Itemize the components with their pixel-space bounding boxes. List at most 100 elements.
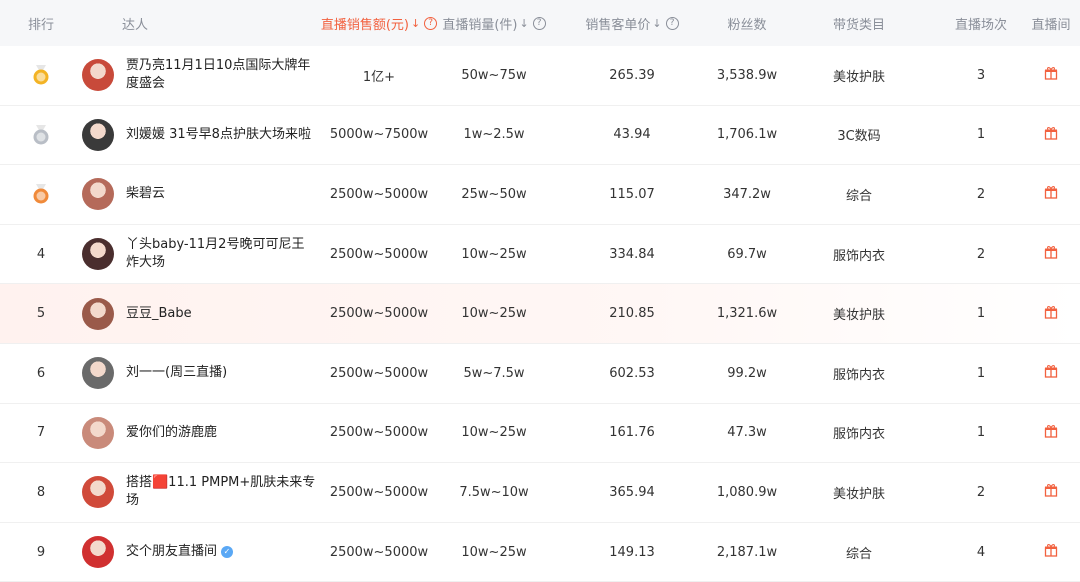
live-room-icon[interactable] (1044, 305, 1058, 323)
rank-cell: 4 (0, 247, 82, 262)
table-row[interactable]: 贾乃亮11月1日10点国际大牌年度盛会 1亿+ 50w~75w 265.39 3… (0, 46, 1080, 106)
table-row[interactable]: 5 豆豆_Babe 2500w~5000w 10w~25w 210.85 1,3… (0, 284, 1080, 344)
avatar[interactable] (82, 357, 114, 390)
star-name-link[interactable]: 刘一一(周三直播) (126, 364, 227, 382)
fans-cell: 69.7w (727, 246, 767, 262)
header-category: 带货类目 (832, 17, 885, 33)
table-row[interactable]: 9 交个朋友直播间 ✓ 2500w~5000w 10w~25w 149.13 2,… (0, 522, 1080, 582)
qty-cell: 10w~25w (461, 306, 527, 322)
qty-cell: 10w~25w (461, 246, 527, 262)
fans-cell: 47.3w (727, 425, 767, 441)
room-cell[interactable] (1022, 126, 1080, 144)
header-qty-sort[interactable]: 直播销量(件) ↓ ? (440, 14, 548, 33)
star-cell[interactable]: 刘一一(周三直播) (82, 357, 318, 390)
avatar[interactable] (82, 59, 114, 92)
fans-cell: 2,187.1w (716, 544, 778, 560)
star-cell[interactable]: 豆豆_Babe (82, 297, 318, 330)
help-icon[interactable]: ? (665, 16, 679, 30)
rank-cell (0, 124, 82, 145)
fans-cell: 1,706.1w (716, 127, 778, 143)
room-cell[interactable] (1022, 424, 1080, 442)
rank-number: 7 (36, 425, 46, 441)
fans-cell: 1,321.6w (716, 306, 778, 322)
star-cell[interactable]: 交个朋友直播间 ✓ (82, 536, 318, 569)
live-room-icon[interactable] (1044, 185, 1058, 203)
times-cell: 3 (976, 67, 986, 83)
live-room-icon[interactable] (1044, 543, 1058, 561)
gmv-cell: 2500w~5000w (329, 484, 429, 500)
table-row[interactable]: 柴碧云 2500w~5000w 25w~50w 115.07 347.2w 综合… (0, 165, 1080, 225)
star-name-link[interactable]: 贾乃亮11月1日10点国际大牌年度盛会 (126, 57, 316, 93)
avatar[interactable] (82, 297, 114, 330)
table-row[interactable]: 刘媛媛 31号早8点护肤大场来啦 5000w~7500w 1w~2.5w 43.… (0, 105, 1080, 166)
rank-cell (0, 65, 82, 85)
price-cell: 115.07 (609, 186, 655, 202)
live-room-icon[interactable] (1044, 424, 1058, 442)
star-name-link[interactable]: 丫头baby-11月2号晚可可尼王炸大场 (126, 236, 316, 272)
fans-cell: 3,538.9w (716, 67, 778, 83)
room-cell[interactable] (1022, 185, 1080, 203)
times-cell: 2 (976, 484, 986, 500)
live-room-icon[interactable] (1044, 126, 1058, 144)
times-cell: 1 (976, 365, 986, 381)
qty-cell: 10w~25w (461, 544, 527, 560)
gmv-cell: 2500w~5000w (329, 425, 429, 441)
category-cell: 美妆护肤 (832, 308, 885, 324)
room-cell[interactable] (1022, 245, 1080, 263)
times-cell: 2 (976, 246, 986, 262)
sort-desc-icon: ↓ (652, 16, 662, 30)
header-times: 直播场次 (954, 17, 1007, 33)
qty-cell: 7.5w~10w (459, 484, 529, 500)
price-cell: 334.84 (609, 246, 655, 262)
verified-icon: ✓ (221, 545, 234, 558)
avatar[interactable] (82, 416, 114, 449)
live-room-icon[interactable] (1044, 245, 1058, 263)
star-name-link[interactable]: 豆豆_Babe (126, 305, 192, 323)
table-row[interactable]: 7 爱你们的游鹿鹿 2500w~5000w 10w~25w 161.76 47.… (0, 403, 1080, 464)
avatar[interactable] (82, 536, 114, 569)
ranking-table: 排行 达人 直播销售额(元) ↓ ? 直播销量(件) ↓ ? 销售客单价 ↓ ?… (0, 0, 1080, 582)
table-row[interactable]: 8 搭搭🟥11.1 PMPM+肌肤未来专场 2500w~5000w 7.5w~1… (0, 463, 1080, 523)
qty-cell: 10w~25w (461, 425, 527, 441)
sort-desc-icon: ↓ (519, 16, 529, 30)
star-name-link[interactable]: 交个朋友直播间 ✓ (126, 543, 234, 561)
header-gmv-sort[interactable]: 直播销售额(元) ↓ ? (318, 14, 440, 33)
rank-number: 8 (36, 484, 46, 500)
star-cell[interactable]: 搭搭🟥11.1 PMPM+肌肤未来专场 (82, 474, 318, 510)
star-name-link[interactable]: 柴碧云 (126, 185, 165, 203)
header-star: 达人 (122, 17, 149, 33)
star-name-link[interactable]: 搭搭🟥11.1 PMPM+肌肤未来专场 (126, 474, 316, 510)
help-icon[interactable]: ? (532, 16, 546, 30)
gmv-cell: 5000w~7500w (329, 127, 429, 143)
live-room-icon[interactable] (1044, 483, 1058, 501)
live-room-icon[interactable] (1044, 364, 1058, 382)
star-cell[interactable]: 刘媛媛 31号早8点护肤大场来啦 (82, 118, 318, 151)
star-cell[interactable]: 柴碧云 (82, 178, 318, 211)
gmv-cell: 2500w~5000w (329, 365, 429, 381)
table-row[interactable]: 6 刘一一(周三直播) 2500w~5000w 5w~7.5w 602.53 9… (0, 343, 1080, 404)
times-cell: 1 (976, 306, 986, 322)
star-name-link[interactable]: 刘媛媛 31号早8点护肤大场来啦 (126, 126, 311, 144)
room-cell[interactable] (1022, 66, 1080, 84)
star-name-link[interactable]: 爱你们的游鹿鹿 (126, 424, 217, 442)
header-price-sort[interactable]: 销售客单价 ↓ ? (548, 14, 716, 33)
avatar[interactable] (82, 118, 114, 151)
table-row[interactable]: 4 丫头baby-11月2号晚可可尼王炸大场 2500w~5000w 10w~2… (0, 224, 1080, 285)
help-icon[interactable]: ? (424, 16, 438, 30)
room-cell[interactable] (1022, 305, 1080, 323)
rank-number: 5 (36, 306, 46, 322)
fans-cell: 99.2w (727, 365, 767, 381)
gmv-cell: 2500w~5000w (329, 544, 429, 560)
live-room-icon[interactable] (1044, 66, 1058, 84)
room-cell[interactable] (1022, 543, 1080, 561)
rank-number: 6 (36, 365, 46, 381)
avatar[interactable] (82, 238, 114, 271)
star-cell[interactable]: 爱你们的游鹿鹿 (82, 416, 318, 449)
room-cell[interactable] (1022, 483, 1080, 501)
avatar[interactable] (82, 178, 114, 211)
avatar[interactable] (82, 476, 114, 509)
star-cell[interactable]: 贾乃亮11月1日10点国际大牌年度盛会 (82, 57, 318, 93)
category-cell: 美妆护肤 (832, 486, 885, 502)
room-cell[interactable] (1022, 364, 1080, 382)
star-cell[interactable]: 丫头baby-11月2号晚可可尼王炸大场 (82, 236, 318, 272)
